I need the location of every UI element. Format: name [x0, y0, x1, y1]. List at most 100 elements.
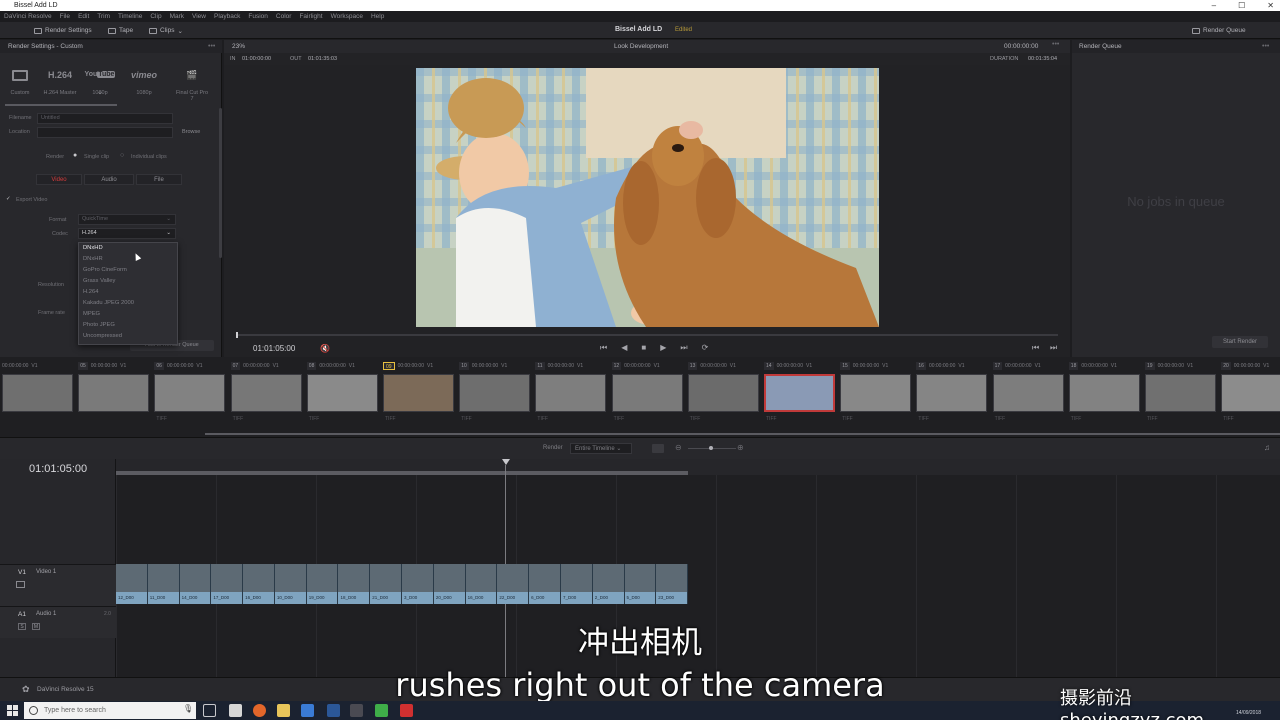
loop-icon[interactable]: ⟳	[702, 343, 709, 353]
previous-clip-icon[interactable]: ⏮	[1032, 343, 1039, 353]
timeline-clip[interactable]: 23_D00	[656, 564, 689, 604]
menu-item-trim[interactable]: Trim	[97, 11, 110, 22]
track-name-v1[interactable]: Video 1	[36, 569, 56, 575]
zoom-out-icon[interactable]: ⊖	[675, 443, 682, 452]
timeline-clip[interactable]: 3_D00	[402, 564, 434, 604]
clips-button[interactable]: Clips ⌄	[149, 25, 183, 36]
render-range-select[interactable]: Entire Timeline ⌄	[570, 443, 632, 454]
menu-item-edit[interactable]: Edit	[78, 11, 89, 22]
recorder-icon[interactable]	[400, 704, 413, 717]
clip-thumbnail[interactable]: 19 00:00:00:00 V1 TIFF	[1145, 362, 1218, 422]
playhead-marker[interactable]	[502, 459, 510, 465]
codec-option[interactable]: GoPro CineForm	[79, 265, 177, 276]
clip-thumbnail[interactable]: 18 00:00:00:00 V1 TIFF	[1068, 362, 1142, 422]
davinci-resolve-taskbar-icon[interactable]	[350, 704, 363, 717]
render-queue-button[interactable]: Render Queue	[1192, 25, 1246, 36]
close-icon[interactable]: ✕	[1267, 0, 1274, 11]
clip-thumbnail[interactable]: 15 00:00:00:00 V1 TIFF	[840, 362, 913, 422]
play-icon[interactable]: ▶	[660, 343, 666, 353]
clip-thumbnail[interactable]: 17 00:00:00:00 V1 TIFF	[992, 362, 1066, 422]
scrubber-playhead[interactable]	[236, 332, 238, 338]
zoom-level[interactable]: 23%	[232, 43, 245, 50]
codec-option[interactable]: Uncompressed	[79, 331, 177, 342]
menu-item-workspace[interactable]: Workspace	[331, 11, 363, 22]
queue-options-icon[interactable]: •••	[1262, 43, 1269, 50]
preset-final-cut[interactable]: 🎬 Final Cut Pro 7	[174, 66, 210, 102]
firefox-icon[interactable]	[253, 704, 266, 717]
clip-thumbnail[interactable]: 16 00:00:00:00 V1 TIFF	[916, 362, 989, 422]
clip-thumbnail[interactable]: 00:00:00:00 V1	[2, 362, 75, 416]
render-settings-button[interactable]: Render Settings	[34, 25, 92, 36]
store-icon[interactable]	[301, 704, 314, 717]
timeline-clip[interactable]: 7_D00	[560, 564, 593, 604]
codec-option[interactable]: DNxHR	[79, 254, 177, 265]
more-options-icon[interactable]: •••	[208, 43, 215, 50]
camtasia-icon[interactable]	[375, 704, 388, 717]
single-clip-radio[interactable]: ●	[73, 152, 77, 159]
preset-youtube[interactable]: YouTube ⌄ 1080p	[82, 66, 118, 96]
codec-select[interactable]: H.264 ⌄	[78, 228, 176, 239]
timeline-clip[interactable]: 16_D00	[243, 564, 275, 604]
export-video-checkbox[interactable]: ✓	[6, 196, 11, 202]
timeline-clip[interactable]: 16_D00	[465, 564, 498, 604]
tab-audio[interactable]: Audio	[84, 174, 134, 185]
menu-item-timeline[interactable]: Timeline	[118, 11, 142, 22]
timeline-clip[interactable]: 12_D00	[116, 564, 148, 604]
timeline-clip[interactable]: 14_D00	[179, 564, 212, 604]
menu-item-file[interactable]: File	[60, 11, 70, 22]
clip-thumbnail[interactable]: 13 00:00:00:00 V1 TIFF	[687, 362, 761, 422]
timeline-clip[interactable]: 5_D00	[624, 564, 657, 604]
clip-thumbnail[interactable]: 07 00:00:00:00 V1 TIFF	[230, 362, 304, 422]
maximize-icon[interactable]: ☐	[1238, 0, 1245, 11]
zoom-in-icon[interactable]: ⊕	[737, 443, 744, 452]
menu-item-davinci[interactable]: DaVinci Resolve	[4, 11, 52, 22]
minimize-icon[interactable]: –	[1212, 0, 1216, 11]
clip-thumbnail[interactable]: 14 00:00:00:00 V1 TIFF	[764, 362, 837, 422]
menu-item-color[interactable]: Color	[276, 11, 292, 22]
timeline-clip[interactable]: 6_D00	[529, 564, 561, 604]
timeline-clip[interactable]: 10_D00	[274, 564, 307, 604]
clip-thumbnail[interactable]: 09 00:00:00:00 V1 TIFF	[383, 362, 456, 422]
play-reverse-icon[interactable]: ◀	[621, 343, 627, 353]
timeline-clip[interactable]: 20_D00	[433, 564, 466, 604]
location-field[interactable]	[37, 127, 173, 138]
timeline-view-icon[interactable]	[652, 444, 664, 453]
menu-item-playback[interactable]: Playback	[214, 11, 240, 22]
codec-option[interactable]: DNxHD	[79, 243, 177, 254]
menu-item-view[interactable]: View	[192, 11, 206, 22]
windows-start-icon[interactable]	[7, 705, 18, 716]
mail-app-icon[interactable]	[229, 704, 242, 717]
tab-video[interactable]: Video	[36, 174, 82, 185]
clip-thumbnail[interactable]: 05 00:00:00:00 V1	[78, 362, 151, 416]
track-monitor-icon[interactable]	[16, 581, 25, 588]
timeline-clip[interactable]: 2_D00	[592, 564, 625, 604]
next-clip-icon[interactable]: ⏭	[1050, 343, 1057, 353]
audio-mute-icon[interactable]: 🔇	[320, 344, 330, 353]
codec-option[interactable]: Photo JPEG	[79, 320, 177, 331]
stop-icon[interactable]: ■	[641, 343, 646, 353]
codec-option[interactable]: Kakadu JPEG 2000	[79, 298, 177, 309]
left-panel-scrollbar[interactable]	[219, 108, 222, 258]
timeline-clip[interactable]: 19_D00	[306, 564, 339, 604]
menu-item-help[interactable]: Help	[371, 11, 384, 22]
viewer-scrubber[interactable]	[236, 334, 1058, 336]
menu-item-clip[interactable]: Clip	[150, 11, 161, 22]
menu-item-fusion[interactable]: Fusion	[248, 11, 268, 22]
word-icon[interactable]	[327, 704, 340, 717]
clip-thumbnail[interactable]: 11 00:00:00:00 V1 TIFF	[535, 362, 608, 422]
preset-h264[interactable]: H.264 H.264 Master	[42, 66, 78, 96]
clip-thumbnail[interactable]: 10 00:00:00:00 V1 TIFF	[459, 362, 532, 422]
filename-field[interactable]: Untitled	[37, 113, 173, 124]
zoom-slider-handle[interactable]	[709, 446, 713, 450]
preset-vimeo[interactable]: vimeo 1080p	[126, 66, 162, 96]
file-explorer-icon[interactable]	[277, 704, 290, 717]
individual-clips-radio[interactable]: ○	[120, 152, 124, 159]
timeline-clip[interactable]: 21_D00	[370, 564, 403, 604]
clip-thumbnail[interactable]: 08 00:00:00:00 V1 TIFF	[306, 362, 380, 422]
codec-option[interactable]: MPEG	[79, 309, 177, 320]
jump-to-end-icon[interactable]: ⏭	[680, 343, 687, 353]
taskbar-search-input[interactable]: Type here to search	[24, 702, 196, 719]
viewer-options-icon[interactable]: •••	[1052, 41, 1059, 48]
timeline-clip[interactable]: 22_D00	[497, 564, 530, 604]
viewer-mode[interactable]: Look Development	[614, 43, 668, 50]
